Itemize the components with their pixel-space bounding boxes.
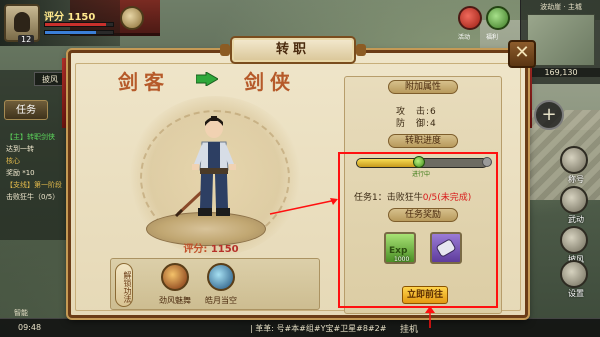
target-class: 剑侠: [244, 70, 296, 94]
unlock-skills-strip: 解锁功法 劲风魅舞 皓月当空: [110, 258, 320, 310]
dialog-title: 转职: [275, 42, 310, 57]
quest-line[interactable]: 达到一转: [6, 144, 34, 154]
minimap-coords: 169,130: [521, 68, 600, 77]
task-prefix: 任务1：击败狂牛: [354, 193, 423, 203]
scroll-reward-icon[interactable]: [430, 232, 462, 264]
settings-button-label: 设置: [568, 289, 584, 298]
unlock-skills-label: 解锁功法: [115, 263, 133, 307]
quest-panel: [0, 70, 70, 240]
exp-reward-count: 1000: [394, 256, 410, 263]
quest-line[interactable]: 核心: [6, 156, 20, 166]
minimap-title: 波劫崖 · 主城: [540, 3, 582, 11]
player-status-panel: 12 评分 1150: [0, 0, 120, 46]
buff-icon[interactable]: [120, 6, 144, 30]
auto-battle-button[interactable]: 挂机: [400, 322, 418, 335]
wind-dance-skill-icon[interactable]: [161, 263, 189, 291]
chat-message[interactable]: | 革革: 号#本#组#Y宝#卫星#8#2#: [250, 323, 386, 334]
current-class: 剑客: [118, 70, 170, 94]
annotation-arrow-icon: [269, 198, 338, 215]
close-button[interactable]: ✕: [508, 40, 536, 68]
class-score: 评分: 1150: [156, 240, 266, 255]
hp-bar: [44, 22, 114, 27]
task-progress: 0/5(未完成): [422, 193, 472, 203]
expand-menu-button[interactable]: +: [534, 100, 564, 130]
progress-title: 转职进度: [388, 134, 458, 148]
player-level: 12: [18, 35, 35, 44]
reward-title: 任务奖励: [388, 208, 458, 222]
hp-bar-fill: [45, 23, 107, 26]
welfare-button-label: 福利: [486, 34, 499, 41]
settings-button[interactable]: 设置: [560, 260, 588, 298]
scroll-icon: [436, 239, 456, 257]
title-button[interactable]: 称号: [560, 146, 588, 184]
defense-value: 4: [430, 119, 437, 129]
moon-sky-skill-icon[interactable]: [207, 263, 235, 291]
event-button[interactable]: 活动: [458, 6, 482, 41]
player-score: 评分 1150: [44, 12, 96, 23]
arrow-right-icon: [196, 72, 218, 86]
quest-line[interactable]: 击败狂牛（0/5）: [6, 192, 59, 202]
skill-name: 皓月当空: [205, 296, 237, 305]
minimap-view[interactable]: [527, 14, 595, 66]
progress-end-icon: [482, 157, 492, 167]
class-progress-fill: [357, 159, 419, 167]
cloak-button[interactable]: 披风: [560, 226, 588, 264]
mp-bar: [44, 30, 114, 35]
attributes-title: 附加属性: [388, 80, 458, 94]
title-button-label: 称号: [568, 175, 584, 184]
martial-button[interactable]: 武动: [560, 186, 588, 224]
chat-bar[interactable]: 09:48 | 革革: 号#本#组#Y宝#卫星#8#2# 挂机: [0, 318, 600, 337]
defense-attr: 防 御:4: [396, 116, 437, 129]
clock: 09:48: [18, 323, 42, 332]
quest-line[interactable]: 奖励 *10: [6, 168, 35, 178]
defense-label: 防 御:: [396, 119, 431, 129]
score-value: 1150: [210, 244, 239, 255]
quest-line[interactable]: 【支线】第一阶段: [6, 180, 62, 190]
welfare-button[interactable]: 福利: [486, 6, 510, 41]
event-button-label: 活动: [458, 34, 471, 41]
exp-reward-label: Exp: [389, 246, 408, 256]
auto-label[interactable]: 智能: [14, 308, 28, 318]
martial-button-label: 武动: [568, 215, 584, 224]
quest-line[interactable]: 【主】转职剑侠: [6, 132, 55, 142]
character-model[interactable]: [172, 112, 252, 232]
go-now-button[interactable]: 立即前往: [402, 286, 448, 304]
task-description: 任务1：击败狂牛0/5(未完成): [354, 190, 471, 203]
progress-status: 进行中: [412, 171, 431, 178]
tab-quest[interactable]: 任务: [4, 100, 48, 120]
score-label: 评分:: [183, 244, 208, 255]
dialog-title-plate: 转职: [220, 36, 366, 64]
mp-bar-fill: [45, 31, 96, 34]
annotation-arrow-up-icon: [425, 306, 435, 328]
progress-marker-icon: [413, 156, 425, 168]
